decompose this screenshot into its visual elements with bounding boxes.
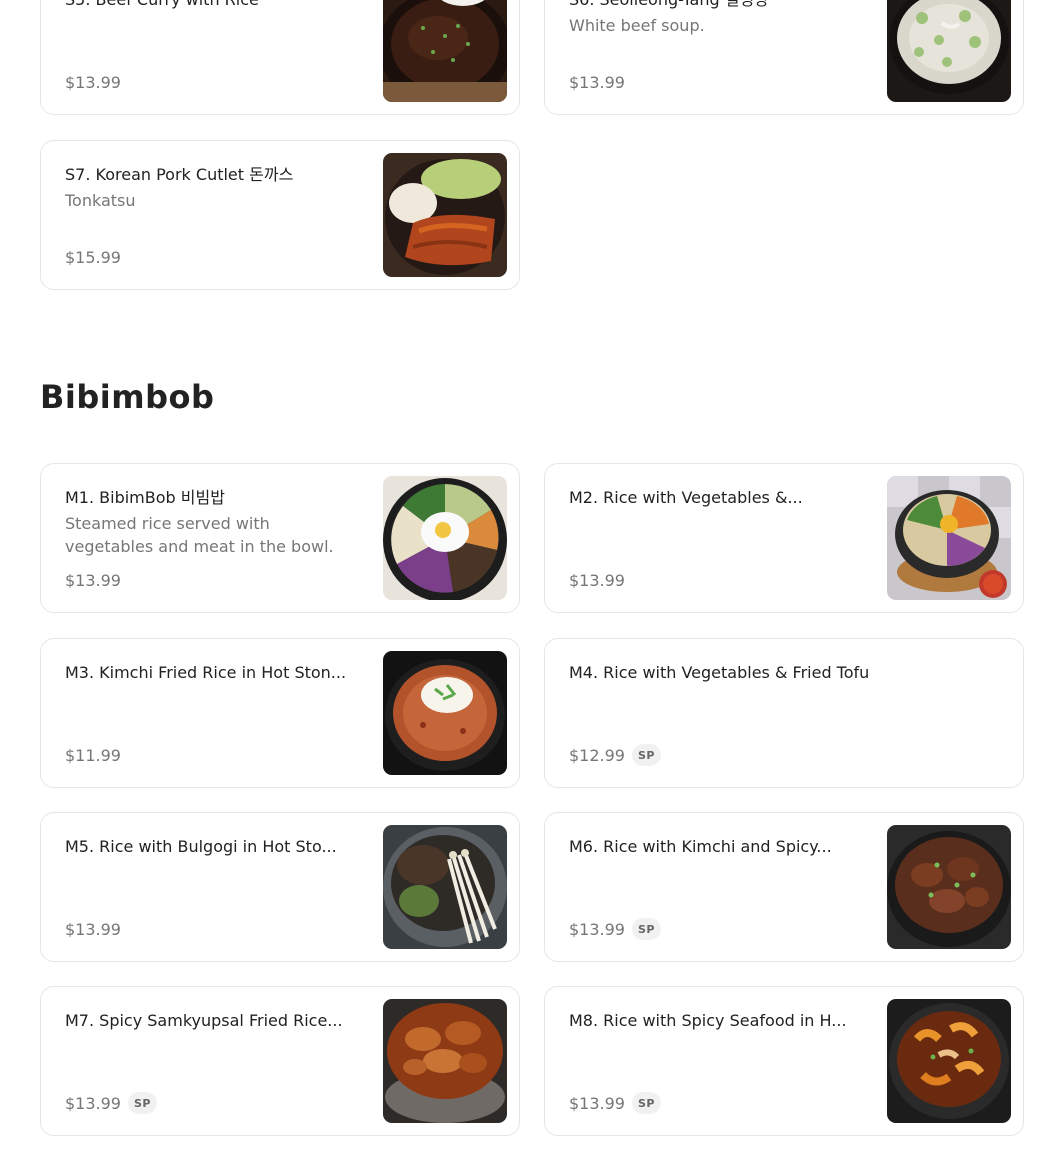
veg-rice-photo xyxy=(887,476,1011,600)
menu-item-card[interactable]: M1. BibimBob 비빔밥 Steamed rice served wit… xyxy=(40,463,520,613)
item-name: M7. Spicy Samkyupsal Fried Rice... xyxy=(65,1011,343,1030)
item-price: $11.99 xyxy=(65,745,121,765)
item-description: Steamed rice served with vegetables and … xyxy=(65,514,334,556)
price-row: $13.99 xyxy=(569,70,625,94)
price-row: $13.99 xyxy=(65,70,121,94)
item-info: S6. Seolleong-Tang 설렁탕 White beef soup. … xyxy=(569,0,859,94)
item-price: $13.99 xyxy=(65,919,121,939)
item-name: M1. BibimBob 비빔밥 xyxy=(65,488,225,507)
item-price: $13.99 xyxy=(569,1093,625,1113)
item-price: $13.99 xyxy=(569,72,625,92)
kimchi-pork-rice-photo xyxy=(887,825,1011,949)
pork-cutlet-photo xyxy=(383,153,507,277)
item-name: S5. Beef Curry with Rice xyxy=(65,0,355,12)
item-price: $13.99 xyxy=(569,570,625,590)
menu-item-card[interactable]: M8. Rice with Spicy Seafood in H... $13.… xyxy=(544,986,1024,1136)
item-info: M7. Spicy Samkyupsal Fried Rice... $13.9… xyxy=(65,1009,355,1115)
item-name: M8. Rice with Spicy Seafood in H... xyxy=(569,1011,847,1030)
menu-item-card[interactable]: S5. Beef Curry with Rice $13.99 xyxy=(40,0,520,115)
price-row: $11.99 xyxy=(65,743,121,767)
menu-item-card[interactable]: M4. Rice with Vegetables & Fried Tofu $1… xyxy=(544,638,1024,788)
price-row: $13.99 SP xyxy=(569,917,661,941)
price-row: $13.99 xyxy=(65,568,121,592)
samkyupsal-rice-photo xyxy=(383,999,507,1123)
item-info: M5. Rice with Bulgogi in Hot Sto... $13.… xyxy=(65,835,355,941)
item-name: M6. Rice with Kimchi and Spicy... xyxy=(569,837,832,856)
item-info: M8. Rice with Spicy Seafood in H... $13.… xyxy=(569,1009,859,1115)
item-description: Tonkatsu xyxy=(65,191,136,210)
item-info: M1. BibimBob 비빔밥 Steamed rice served wit… xyxy=(65,486,355,592)
item-name: S7. Korean Pork Cutlet 돈까스 xyxy=(65,165,294,184)
bibimbob-photo xyxy=(383,476,507,600)
section-title: Bibimbob xyxy=(40,378,215,416)
menu-page: S5. Beef Curry with Rice $13.99 S6. Seol… xyxy=(0,0,1064,1153)
price-row: $13.99 xyxy=(569,568,625,592)
item-price: $13.99 xyxy=(65,570,121,590)
kimchi-fried-rice-photo xyxy=(383,651,507,775)
beef-soup-photo xyxy=(887,0,1011,102)
item-name: M4. Rice with Vegetables & Fried Tofu xyxy=(569,663,870,682)
item-info: S5. Beef Curry with Rice $13.99 xyxy=(65,0,355,94)
item-description: White beef soup. xyxy=(569,16,705,35)
price-row: $15.99 xyxy=(65,245,121,269)
item-price: $12.99 xyxy=(569,745,625,765)
menu-item-card[interactable]: S7. Korean Pork Cutlet 돈까스 Tonkatsu $15.… xyxy=(40,140,520,290)
item-price: $15.99 xyxy=(65,247,121,267)
price-row: $13.99 SP xyxy=(569,1091,661,1115)
price-row: $12.99 SP xyxy=(569,743,661,767)
item-info: M2. Rice with Vegetables &... $13.99 xyxy=(569,486,859,592)
price-row: $13.99 SP xyxy=(65,1091,157,1115)
item-name: S6. Seolleong-Tang 설렁탕 xyxy=(569,0,859,12)
menu-item-card[interactable]: M2. Rice with Vegetables &... $13.99 xyxy=(544,463,1024,613)
menu-item-card[interactable]: M7. Spicy Samkyupsal Fried Rice... $13.9… xyxy=(40,986,520,1136)
item-info: M6. Rice with Kimchi and Spicy... $13.99… xyxy=(569,835,859,941)
item-price: $13.99 xyxy=(569,919,625,939)
item-info: M3. Kimchi Fried Rice in Hot Ston... $11… xyxy=(65,661,355,767)
bulgogi-rice-photo xyxy=(383,825,507,949)
item-price: $13.99 xyxy=(65,72,121,92)
item-info: S7. Korean Pork Cutlet 돈까스 Tonkatsu $15.… xyxy=(65,163,355,269)
price-row: $13.99 xyxy=(65,917,121,941)
item-price: $13.99 xyxy=(65,1093,121,1113)
item-info: M4. Rice with Vegetables & Fried Tofu $1… xyxy=(569,661,999,767)
spicy-badge: SP xyxy=(631,744,661,766)
spicy-badge: SP xyxy=(631,1092,661,1114)
menu-item-card[interactable]: M3. Kimchi Fried Rice in Hot Ston... $11… xyxy=(40,638,520,788)
item-name: M5. Rice with Bulgogi in Hot Sto... xyxy=(65,837,337,856)
menu-item-card[interactable]: M6. Rice with Kimchi and Spicy... $13.99… xyxy=(544,812,1024,962)
beef-curry-photo xyxy=(383,0,507,102)
item-name: M3. Kimchi Fried Rice in Hot Ston... xyxy=(65,663,347,682)
menu-item-card[interactable]: S6. Seolleong-Tang 설렁탕 White beef soup. … xyxy=(544,0,1024,115)
spicy-badge: SP xyxy=(127,1092,157,1114)
menu-item-card[interactable]: M5. Rice with Bulgogi in Hot Sto... $13.… xyxy=(40,812,520,962)
seafood-rice-photo xyxy=(887,999,1011,1123)
spicy-badge: SP xyxy=(631,918,661,940)
item-name: M2. Rice with Vegetables &... xyxy=(569,488,803,507)
